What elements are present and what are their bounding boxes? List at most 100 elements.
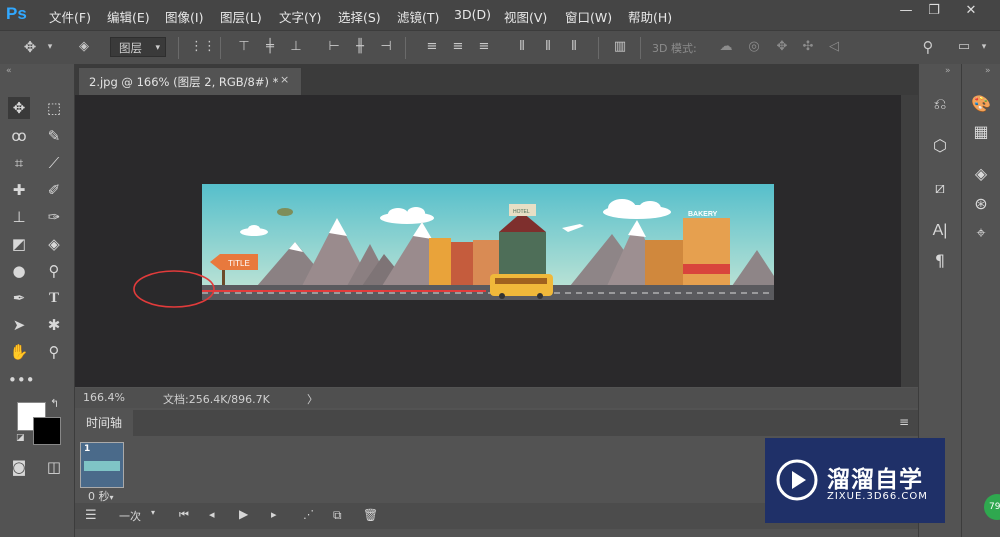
- 3d-scale-icon[interactable]: ◁: [826, 39, 842, 55]
- pen-tool-icon[interactable]: ✒: [8, 287, 30, 309]
- move-tool-icon[interactable]: ✥: [8, 97, 30, 119]
- crop-tool-icon[interactable]: ⌗: [8, 152, 30, 174]
- delete-frame-icon[interactable]: 🗑: [363, 508, 378, 522]
- convert-timeline-icon[interactable]: ☰: [85, 508, 97, 523]
- status-menu-arrow[interactable]: 〉: [307, 391, 318, 407]
- align-bottom-icon[interactable]: ⊥: [288, 39, 304, 55]
- tween-icon[interactable]: ⋰: [303, 508, 314, 521]
- 3d-orbit-icon[interactable]: ☁: [718, 39, 734, 55]
- menu-view[interactable]: 视图(V): [504, 7, 547, 26]
- transform-controls-icon[interactable]: ⋮⋮: [190, 39, 216, 55]
- menu-filter[interactable]: 滤镜(T): [397, 7, 439, 26]
- auto-align-icon[interactable]: ▥: [612, 39, 628, 55]
- eyedropper-tool-icon[interactable]: ⟋: [43, 152, 65, 174]
- 3d-roll-icon[interactable]: ◎: [746, 39, 762, 55]
- character-panel-icon[interactable]: ⧄: [928, 176, 952, 200]
- history-brush-tool-icon[interactable]: ✑: [43, 206, 65, 228]
- zoom-level[interactable]: 166.4%: [83, 391, 125, 404]
- type-panel-icon[interactable]: A|: [928, 219, 952, 243]
- type-tool-icon[interactable]: T: [43, 287, 65, 309]
- align-hcenter-icon[interactable]: ╫: [352, 39, 368, 55]
- timeline-header: ≡: [75, 410, 918, 436]
- document-tab[interactable]: 2.jpg @ 166% (图层 2, RGB/8#) * ×: [78, 67, 302, 96]
- dodge-tool-icon[interactable]: ⚲: [43, 260, 65, 282]
- previous-frame-icon[interactable]: ◂: [209, 508, 215, 521]
- chevron-down-icon[interactable]: ▾: [976, 39, 992, 55]
- chevron-down-icon[interactable]: ▾: [151, 508, 155, 517]
- align-left-icon[interactable]: ⊢: [326, 39, 342, 55]
- move-tool-icon[interactable]: ✥: [22, 39, 38, 55]
- lasso-tool-icon[interactable]: ꝏ: [8, 125, 30, 147]
- screen-mode-icon[interactable]: ◫: [43, 456, 65, 478]
- eraser-tool-icon[interactable]: ◩: [8, 233, 30, 255]
- distribute-hcenter-icon[interactable]: ⦀: [540, 39, 556, 55]
- blur-tool-icon[interactable]: ●: [8, 260, 30, 282]
- 3d-pan-icon[interactable]: ✥: [774, 39, 790, 55]
- collapse-panel-icon[interactable]: «: [6, 66, 12, 76]
- zoom-tool-icon[interactable]: ⚲: [43, 341, 65, 363]
- align-vcenter-icon[interactable]: ╪: [262, 39, 278, 55]
- menu-help[interactable]: 帮助(H): [628, 7, 672, 26]
- play-icon[interactable]: ▶: [239, 507, 248, 521]
- menu-window[interactable]: 窗口(W): [565, 7, 612, 26]
- minimize-button[interactable]: —: [892, 0, 920, 22]
- menu-3d[interactable]: 3D(D): [454, 7, 491, 22]
- align-right-icon[interactable]: ⊣: [378, 39, 394, 55]
- frame-delay[interactable]: 0 秒▾: [88, 488, 114, 504]
- close-tab-icon[interactable]: ×: [280, 73, 289, 86]
- quick-mask-icon[interactable]: ◙: [8, 456, 30, 478]
- chevron-down-icon[interactable]: ▾: [42, 39, 58, 55]
- paint-bucket-tool-icon[interactable]: ◈: [43, 233, 65, 255]
- restore-button[interactable]: ❐: [920, 0, 948, 22]
- more-tools-icon[interactable]: •••: [8, 369, 35, 391]
- hand-tool-icon[interactable]: ✋: [8, 341, 30, 363]
- menu-layer[interactable]: 图层(L): [220, 7, 262, 26]
- next-frame-icon[interactable]: ▸: [271, 508, 277, 521]
- paragraph-panel-icon[interactable]: ¶: [928, 249, 952, 273]
- color-panel-icon[interactable]: 🎨: [969, 92, 993, 116]
- collapse-panel-icon[interactable]: »: [945, 66, 951, 76]
- loop-options[interactable]: 一次: [119, 508, 141, 524]
- path-select-tool-icon[interactable]: ➤: [8, 314, 30, 336]
- history-panel-icon[interactable]: ⎌: [928, 92, 952, 116]
- distribute-left-icon[interactable]: ⦀: [514, 39, 530, 55]
- align-top-icon[interactable]: ⊤: [236, 39, 252, 55]
- clone-stamp-tool-icon[interactable]: ⊥: [8, 206, 30, 228]
- healing-brush-tool-icon[interactable]: ✚: [8, 179, 30, 201]
- animation-frame[interactable]: 1: [80, 442, 124, 488]
- default-colors-icon[interactable]: ◪: [16, 433, 25, 443]
- layers-panel-icon[interactable]: ◈: [969, 162, 993, 186]
- menu-image[interactable]: 图像(I): [165, 7, 203, 26]
- tab-timeline[interactable]: 时间轴: [75, 410, 133, 436]
- layer-select-dropdown[interactable]: 图层 ▾: [110, 37, 166, 57]
- distribute-vcenter-icon[interactable]: ≡: [450, 39, 466, 55]
- workspace-icon[interactable]: ▭: [956, 39, 972, 55]
- swap-colors-icon[interactable]: ↰: [50, 397, 59, 410]
- menu-type[interactable]: 文字(Y): [279, 7, 321, 26]
- 3d-panel-icon[interactable]: ⬡: [928, 134, 952, 158]
- brush-tool-icon[interactable]: ✐: [43, 179, 65, 201]
- vertical-scrollbar[interactable]: [901, 95, 918, 387]
- menu-select[interactable]: 选择(S): [338, 7, 381, 26]
- 3d-slide-icon[interactable]: ✣: [800, 39, 816, 55]
- marquee-tool-icon[interactable]: ⬚: [43, 97, 65, 119]
- search-icon[interactable]: ⚲: [920, 39, 936, 55]
- distribute-right-icon[interactable]: ⦀: [566, 39, 582, 55]
- close-window-button[interactable]: ✕: [957, 0, 985, 22]
- distribute-bottom-icon[interactable]: ≡: [476, 39, 492, 55]
- channels-panel-icon[interactable]: ⊛: [969, 192, 993, 216]
- document-image[interactable]: TITLE HOTEL BAKERY: [202, 184, 774, 300]
- quick-select-tool-icon[interactable]: ✎: [43, 125, 65, 147]
- duplicate-frame-icon[interactable]: ⧉: [333, 508, 342, 523]
- background-color-swatch[interactable]: [33, 417, 61, 445]
- panel-menu-icon[interactable]: ≡: [899, 415, 909, 429]
- distribute-top-icon[interactable]: ≡: [424, 39, 440, 55]
- collapse-panel-icon[interactable]: »: [985, 66, 991, 76]
- paths-panel-icon[interactable]: ⌖: [969, 221, 993, 245]
- menu-file[interactable]: 文件(F): [49, 7, 91, 26]
- menu-edit[interactable]: 编辑(E): [107, 7, 150, 26]
- swatches-panel-icon[interactable]: ▦: [969, 120, 993, 144]
- custom-shape-tool-icon[interactable]: ✱: [43, 314, 65, 336]
- first-frame-icon[interactable]: ⏮: [179, 508, 189, 522]
- auto-select-icon[interactable]: ◈: [76, 39, 92, 55]
